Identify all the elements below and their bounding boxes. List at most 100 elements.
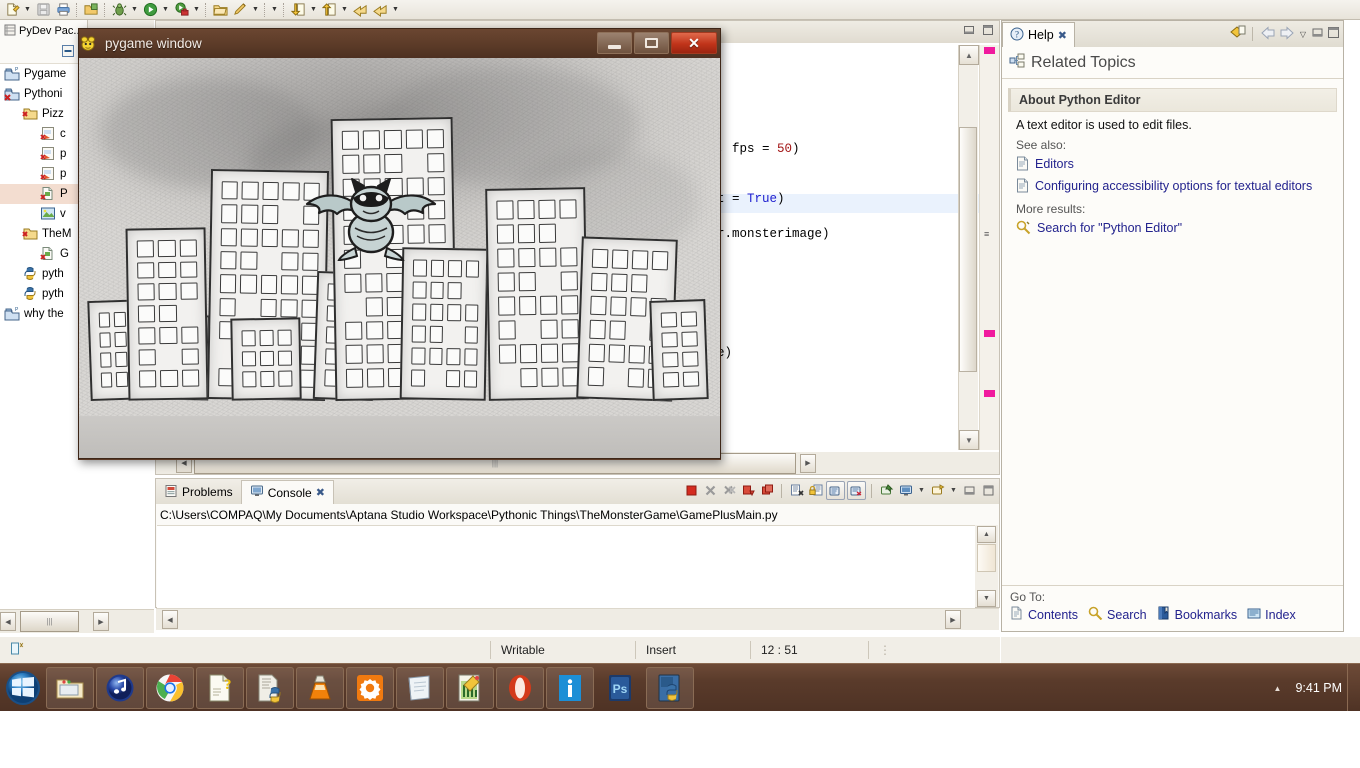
- open-console-icon[interactable]: [759, 482, 776, 499]
- help-toolbar[interactable]: ▽: [1230, 25, 1340, 43]
- show-hidden-icons-arrow[interactable]: ▲: [1274, 684, 1282, 693]
- terminate-icon[interactable]: [683, 482, 700, 499]
- help-back-icon[interactable]: [1260, 25, 1276, 43]
- clear-console-icon[interactable]: [788, 482, 805, 499]
- open-console-dropdown-target-icon[interactable]: [929, 482, 946, 499]
- open-type-icon[interactable]: [81, 1, 101, 19]
- console-scroll-up-button[interactable]: ▲: [977, 526, 996, 543]
- new-dropdown-arrow[interactable]: ▼: [22, 1, 33, 19]
- editor-scroll-down-button[interactable]: ▼: [959, 430, 979, 450]
- new-wizard-icon[interactable]: [2, 1, 22, 19]
- help-minimize-icon[interactable]: [1311, 26, 1324, 42]
- start-orb-icon[interactable]: [2, 667, 44, 709]
- info-app-icon[interactable]: [546, 667, 594, 709]
- help-maximize-icon[interactable]: [1327, 26, 1340, 42]
- console-minimize-icon[interactable]: [961, 482, 978, 499]
- scroll-lock-icon[interactable]: [807, 482, 824, 499]
- scroll-left-button[interactable]: ◀: [0, 612, 16, 631]
- external-tools-icon[interactable]: [171, 1, 191, 19]
- run-icon[interactable]: [140, 1, 160, 19]
- help-document-icon[interactable]: ?: [196, 667, 244, 709]
- debug-icon[interactable]: [109, 1, 129, 19]
- show-desktop-button[interactable]: [1347, 664, 1360, 712]
- new-console-view-icon[interactable]: [878, 482, 895, 499]
- explorer-horizontal-scrollbar[interactable]: ◀ ||| ▶: [0, 609, 154, 633]
- help-link-label[interactable]: Configuring accessibility options for te…: [1035, 178, 1312, 194]
- display-console-icon[interactable]: [897, 482, 914, 499]
- editor-minimize-icon[interactable]: [962, 23, 976, 40]
- print-icon[interactable]: [53, 1, 73, 19]
- windows-taskbar[interactable]: ? Ps ▲ 9:41 PM: [0, 663, 1360, 712]
- help-link-label[interactable]: Editors: [1035, 156, 1074, 172]
- remove-launch-icon[interactable]: [702, 482, 719, 499]
- console-scroll-right-button[interactable]: ▶: [945, 610, 961, 629]
- display-selected-console-icon[interactable]: [740, 482, 757, 499]
- console-vertical-scrollbar[interactable]: ▲ ▼: [975, 525, 998, 607]
- console-output[interactable]: [157, 525, 975, 608]
- editor-scroll-right-button[interactable]: ▶: [800, 453, 816, 473]
- scroll-right-button[interactable]: ▶: [93, 612, 109, 631]
- pencil-dropdown-arrow[interactable]: ▼: [250, 1, 261, 19]
- editor-scroll-up-button[interactable]: ▲: [959, 45, 979, 65]
- vlc-media-player-icon[interactable]: [296, 667, 344, 709]
- display-console-dropdown-icon[interactable]: ▼: [916, 482, 927, 499]
- settings-gear-icon[interactable]: [346, 667, 394, 709]
- pygame-window-buttons[interactable]: ✕: [597, 32, 717, 54]
- pygame-canvas[interactable]: [78, 58, 721, 459]
- opera-icon[interactable]: [496, 667, 544, 709]
- goto-link-search[interactable]: Search: [1107, 608, 1147, 622]
- forward-dropdown-arrow[interactable]: ▼: [390, 1, 401, 19]
- editor-scroll-thumb[interactable]: [959, 127, 977, 372]
- explorer-scroll-thumb[interactable]: |||: [20, 611, 79, 632]
- itunes-icon[interactable]: [96, 667, 144, 709]
- minimize-button[interactable]: [597, 32, 632, 54]
- editor-vertical-scrollbar[interactable]: ▲ ▼: [958, 45, 979, 450]
- search-dropdown-arrow[interactable]: ▼: [269, 1, 280, 19]
- console-toolbar[interactable]: ▼ ▼: [683, 481, 997, 500]
- console-scroll-down-button[interactable]: ▼: [977, 590, 996, 607]
- console-scroll-thumb[interactable]: [977, 544, 996, 572]
- audio-editor-icon[interactable]: [446, 667, 494, 709]
- tab-console-close-icon[interactable]: ✖: [316, 486, 325, 499]
- system-tray[interactable]: ▲ 9:41 PM: [1274, 664, 1342, 712]
- forward-icon[interactable]: [370, 1, 390, 19]
- help-view-menu-icon[interactable]: ▽: [1298, 30, 1308, 39]
- previous-annotation-icon[interactable]: [319, 1, 339, 19]
- restore-button[interactable]: [634, 32, 669, 54]
- console-horizontal-scrollbar[interactable]: ◀ ▶: [156, 608, 999, 630]
- help-link-editors[interactable]: Editors: [1008, 154, 1337, 176]
- console-maximize-icon[interactable]: [980, 482, 997, 499]
- pin-console-icon[interactable]: [826, 481, 845, 500]
- show-in-all-topics-icon[interactable]: [1230, 25, 1246, 43]
- tab-console[interactable]: Console ✖: [240, 480, 334, 504]
- goto-link-contents[interactable]: Contents: [1028, 608, 1078, 622]
- main-toolbar[interactable]: ▼ ▼ ▼ ▼ ▼ ▼ ▼ ▼ ▼: [0, 0, 1360, 20]
- pygame-window[interactable]: pygame window ✕: [78, 28, 721, 460]
- open-console-dropdown-icon[interactable]: ▼: [948, 482, 959, 499]
- help-tab-row[interactable]: ? Help ✖ ▽: [1002, 21, 1343, 47]
- editor-maximize-icon[interactable]: [981, 23, 995, 40]
- open-resource-icon[interactable]: [210, 1, 230, 19]
- external-tools-dropdown-arrow[interactable]: ▼: [191, 1, 202, 19]
- python-documentation-icon[interactable]: [246, 667, 294, 709]
- console-hscroll-track[interactable]: [180, 610, 945, 629]
- console-scroll-left-button[interactable]: ◀: [162, 610, 178, 629]
- pygame-title-bar[interactable]: pygame window ✕: [78, 28, 721, 58]
- remove-all-terminated-icon[interactable]: [721, 482, 738, 499]
- editor-overview-ruler[interactable]: ≡: [979, 45, 999, 450]
- windows-explorer-icon[interactable]: [46, 667, 94, 709]
- previous-annotation-arrow[interactable]: ▼: [339, 1, 350, 19]
- goto-link-index[interactable]: Index: [1265, 608, 1296, 622]
- word-wrap-icon[interactable]: [847, 481, 866, 500]
- help-forward-icon[interactable]: [1279, 25, 1295, 43]
- next-annotation-icon[interactable]: [288, 1, 308, 19]
- close-button[interactable]: ✕: [671, 32, 717, 54]
- notepad-icon[interactable]: [396, 667, 444, 709]
- google-chrome-icon[interactable]: [146, 667, 194, 709]
- back-icon[interactable]: [350, 1, 370, 19]
- python-app-icon[interactable]: [646, 667, 694, 709]
- console-tab-row[interactable]: Problems Console ✖ ▼ ▼: [156, 479, 999, 504]
- tab-help[interactable]: ? Help ✖: [1002, 22, 1075, 47]
- tab-help-close-icon[interactable]: ✖: [1058, 29, 1067, 42]
- taskbar-clock[interactable]: 9:41 PM: [1295, 681, 1342, 695]
